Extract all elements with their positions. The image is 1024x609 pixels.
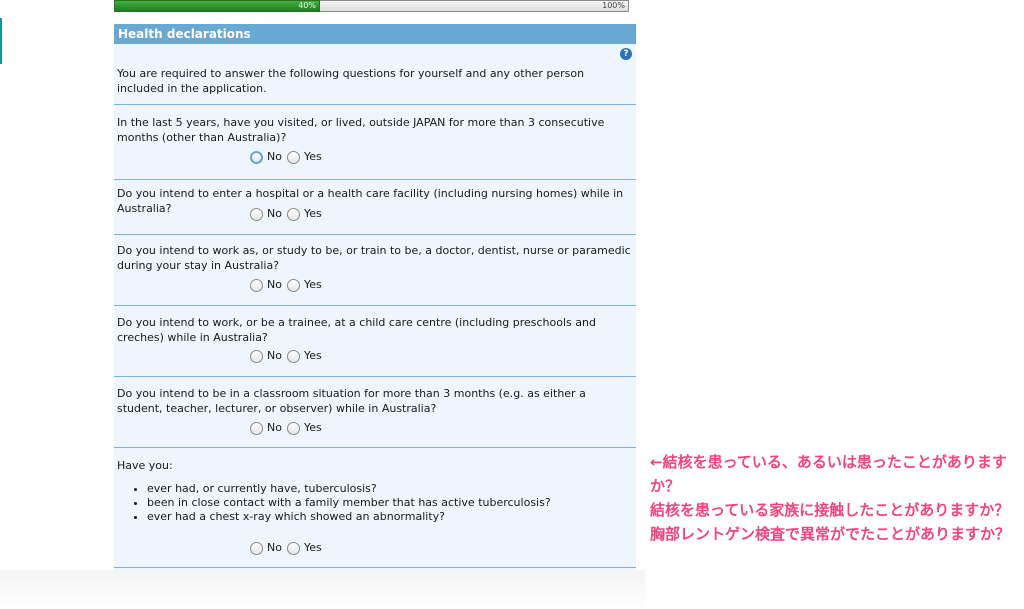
question-4-text: Do you intend to work, or be a trainee, … — [117, 316, 596, 344]
question-6-text: Have you: — [117, 459, 173, 472]
panel-intro: You are required to answer the following… — [117, 67, 585, 95]
divider — [114, 567, 636, 568]
divider — [114, 234, 636, 235]
question-3-no-label: No — [267, 278, 282, 291]
question-4-no-radio[interactable] — [250, 349, 263, 363]
question-6-no-radio[interactable] — [250, 541, 263, 555]
divider — [114, 179, 636, 180]
question-3-yes-label: Yes — [303, 278, 322, 291]
question-1-no-radio[interactable] — [250, 150, 263, 164]
question-1-yes-radio[interactable] — [286, 150, 300, 164]
question-5-no-label: No — [267, 421, 282, 434]
divider — [114, 305, 636, 306]
question-4-no-label: No — [267, 349, 282, 362]
annotation-line: 胸部レントゲン検査で異常がでたことがありますか？ — [650, 525, 1011, 543]
progress-bar: 100% 40% — [114, 0, 629, 14]
question-6-bullet: been in close contact with a family memb… — [147, 496, 617, 510]
question-1-no-label: No — [267, 150, 282, 163]
question-1-answers: No Yes — [250, 150, 327, 164]
question-6-yes-label: Yes — [303, 541, 322, 554]
question-5-text: Do you intend to be in a classroom situa… — [117, 387, 586, 415]
question-6-answers: No Yes — [250, 541, 327, 555]
question-6-bullet: ever had a chest x-ray which showed an a… — [147, 510, 617, 524]
question-3-text: Do you intend to work as, or study to be… — [117, 244, 631, 272]
question-2-yes-label: Yes — [303, 207, 322, 220]
question-3-yes-radio[interactable] — [286, 278, 300, 292]
question-5-yes-radio[interactable] — [286, 421, 300, 435]
progress-fill: 40% — [114, 0, 320, 12]
question-6-no-label: No — [267, 541, 282, 554]
divider — [114, 447, 636, 448]
divider — [114, 104, 636, 105]
question-4-yes-label: Yes — [303, 349, 322, 362]
question-mark-circle-icon[interactable]: ? — [620, 48, 632, 60]
question-6-bullets: ever had, or currently have, tuberculosi… — [134, 482, 617, 524]
divider — [114, 376, 636, 377]
left-edge-accent — [0, 18, 2, 64]
panel-title: Health declarations — [114, 24, 636, 44]
question-6-yes-radio[interactable] — [286, 541, 300, 555]
progress-current-label: 40% — [298, 1, 316, 10]
question-1-text: In the last 5 years, have you visited, o… — [117, 116, 605, 144]
annotation-line: 結核を患っている家族に接触したことがありますか？ — [650, 501, 1010, 519]
question-2-yes-radio[interactable] — [286, 207, 300, 221]
progress-total-label: 100% — [602, 1, 625, 10]
question-6-bullet: ever had, or currently have, tuberculosi… — [147, 482, 617, 496]
japanese-annotation: ←結核を患っている、あるいは患ったことがありますか？ 結核を患っている家族に接触… — [650, 450, 1016, 546]
question-3-answers: No Yes — [250, 278, 327, 292]
health-declarations-panel: Health declarations ? You are required t… — [114, 24, 636, 570]
question-2-no-label: No — [267, 207, 282, 220]
question-2-text: Do you intend to enter a hospital or a h… — [117, 187, 624, 215]
annotation-line: ←結核を患っている、あるいは患ったことがありますか？ — [650, 453, 1007, 495]
question-3-no-radio[interactable] — [250, 278, 263, 292]
question-5-no-radio[interactable] — [250, 421, 263, 435]
question-5-yes-label: Yes — [303, 421, 322, 434]
question-4-answers: No Yes — [250, 349, 327, 363]
page-bottom-fade — [0, 570, 645, 609]
question-5-answers: No Yes — [250, 421, 327, 435]
question-4-yes-radio[interactable] — [286, 349, 300, 363]
question-2-answers: No Yes — [250, 207, 327, 221]
question-2-no-radio[interactable] — [250, 207, 263, 221]
question-1-yes-label: Yes — [303, 150, 322, 163]
